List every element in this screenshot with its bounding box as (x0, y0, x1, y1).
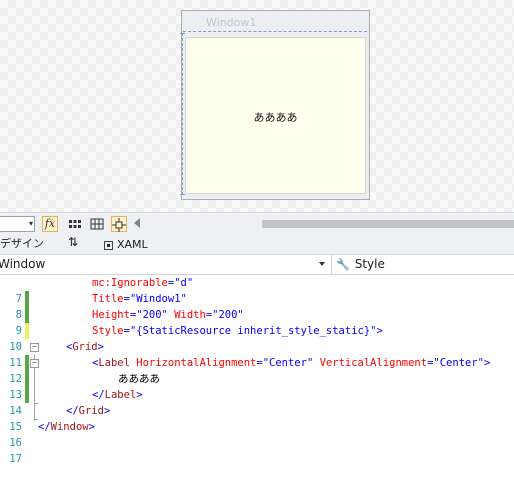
guide-tick-bottom (180, 194, 185, 195)
code-line[interactable]: 12 − <Label HorizontalAlignment="Center"… (0, 355, 514, 385)
change-marker-saved (25, 355, 29, 371)
xaml-icon: ▪ (104, 240, 113, 250)
horizontal-adorner-guide (183, 31, 367, 32)
snaplines-button[interactable] (111, 216, 127, 232)
member-dropdown[interactable]: 🔧 Style (336, 255, 385, 274)
designer-surface[interactable]: Window1 ああああ (0, 0, 514, 212)
code-line[interactable]: 16 </Window> (0, 419, 514, 449)
snaplines-icon (112, 218, 126, 232)
code-line[interactable]: 11 − <Grid> (0, 339, 514, 369)
snap-to-grid-button[interactable] (89, 216, 105, 232)
xaml-code-editor[interactable]: 7 mc:Ignorable="d" 8 Title="Window1" 9 H… (0, 275, 514, 465)
tab-design[interactable]: デザイン (0, 236, 44, 252)
guide-tick-top (180, 33, 185, 34)
nav-divider (331, 255, 332, 274)
fx-button[interactable]: fx (42, 216, 58, 232)
element-dropdown[interactable]: Window (0, 255, 330, 274)
view-tab-bar: デザイン ⇅ ▪ XAML (0, 234, 514, 255)
grid-toggle-button[interactable] (67, 216, 83, 232)
code-line[interactable]: 10 Style="{StaticResource inherit_style_… (0, 323, 514, 353)
snap-grid-icon (90, 218, 104, 230)
code-line[interactable]: 13 ああああ (0, 371, 514, 401)
tab-xaml[interactable]: ▪ XAML (104, 237, 148, 253)
change-marker-saved (25, 371, 29, 387)
vertical-adorner-guide (182, 33, 183, 195)
collapse-icon[interactable]: − (30, 359, 39, 368)
chevron-down-icon[interactable]: ▾ (29, 217, 33, 231)
designer-toolbar: ▾ fx (0, 212, 514, 234)
wrench-icon: 🔧 (336, 258, 350, 271)
member-dropdown-value: Style (354, 257, 385, 271)
change-marker-unsaved (25, 323, 29, 339)
tab-xaml-label: XAML (117, 238, 148, 251)
swap-panes-icon[interactable]: ⇅ (68, 235, 78, 249)
navigation-bar: Window 🔧 Style (0, 255, 514, 275)
zoom-combobox[interactable]: ▾ (0, 216, 35, 232)
grid-icon (69, 220, 81, 228)
element-dropdown-value: Window (0, 257, 46, 271)
code-line[interactable]: 14 </Label> (0, 387, 514, 417)
collapse-icon[interactable]: − (30, 343, 39, 352)
change-marker-saved (25, 387, 29, 403)
line-number: 17 (9, 453, 22, 465)
horizontal-scrollbar[interactable] (262, 220, 514, 228)
change-marker-saved (25, 307, 29, 323)
code-line[interactable]: 8 Title="Window1" (0, 291, 514, 321)
window-preview-title: Window1 (206, 16, 257, 29)
change-marker-saved (25, 291, 29, 307)
code-line[interactable]: 15 </Grid> (0, 403, 514, 433)
code-line[interactable]: 7 mc:Ignorable="d" (0, 275, 514, 305)
scroll-left-arrow-icon[interactable] (134, 218, 140, 228)
code-line[interactable]: 9 Height="200" Width="200" (0, 307, 514, 337)
chevron-down-icon[interactable] (319, 262, 325, 266)
code-line[interactable]: 17 (0, 435, 514, 465)
label-preview[interactable]: ああああ (185, 109, 366, 125)
